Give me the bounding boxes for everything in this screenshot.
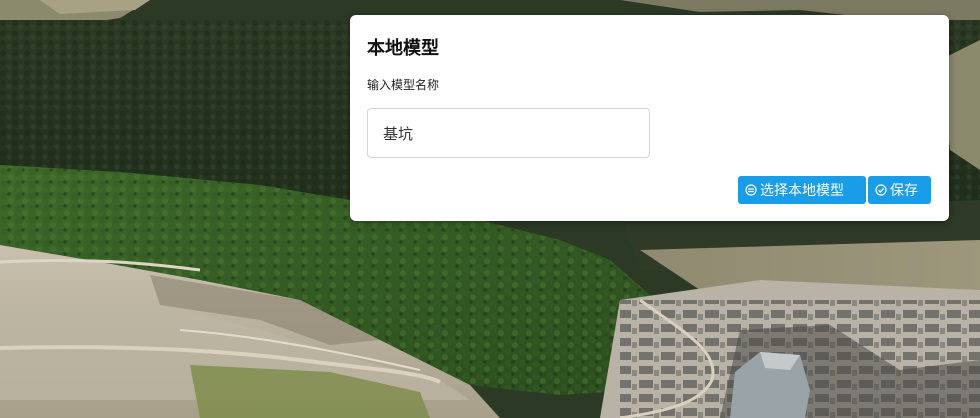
upload-icon <box>745 184 757 196</box>
dialog-title: 本地模型 <box>367 38 439 59</box>
save-button[interactable]: 保存 <box>868 176 931 204</box>
check-circle-icon <box>875 184 887 196</box>
model-name-input[interactable] <box>367 108 650 158</box>
local-model-dialog: 本地模型 输入模型名称 选择本地模型 保存 <box>350 15 949 221</box>
select-local-model-label: 选择本地模型 <box>760 183 844 199</box>
model-name-label: 输入模型名称 <box>367 78 440 92</box>
save-label: 保存 <box>890 183 918 199</box>
select-local-model-button[interactable]: 选择本地模型 <box>738 176 866 204</box>
